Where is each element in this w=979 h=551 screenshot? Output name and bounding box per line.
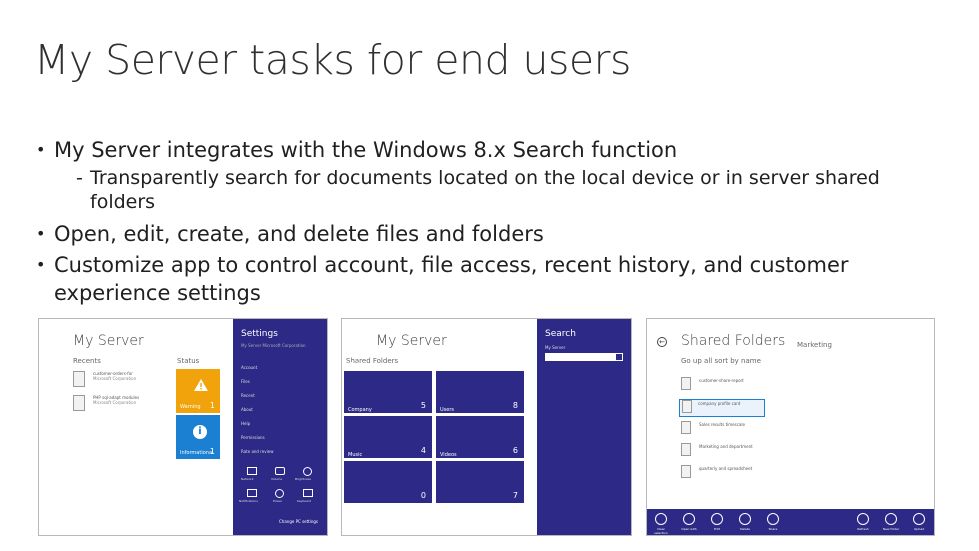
tile-label: Informational [180,450,214,456]
edit-button[interactable] [711,513,723,525]
change-pc-settings-link[interactable]: Change PC settings [279,519,318,524]
settings-item-help[interactable]: Help [241,421,250,426]
app-title: Shared Folders [681,333,786,349]
document-icon [681,443,691,456]
tray-label: Notifications [239,499,258,503]
file-name: Sales results timescale [699,422,745,427]
folder-tile[interactable]: Music 0 [344,452,432,503]
file-row[interactable]: quarterly and spreadsheet [681,465,771,483]
network-icon[interactable] [247,467,257,475]
breadcrumb: Marketing [797,341,832,349]
app-bar-label: Open with [681,527,697,531]
settings-item-rate[interactable]: Rate and review [241,449,273,454]
charm-header: Settings [241,329,278,339]
search-icon[interactable] [615,353,623,361]
document-icon [682,400,692,413]
document-icon [73,371,85,387]
tray-label: Keyboard [297,499,312,503]
app-bar-label: Refresh [857,527,869,531]
search-input[interactable] [545,353,623,361]
search-charm: Search My Server [537,319,631,535]
screenshot-settings: My Server Recents Status customer-orders… [38,318,328,536]
bullet-list: My Server integrates with the Windows 8.… [34,136,934,307]
sub-bullet-1: Transparently search for documents locat… [34,166,934,214]
tile-count: 1 [209,401,215,410]
search-scope: My Server [545,345,566,350]
clear-selection-button[interactable] [655,513,667,525]
delete-button[interactable] [739,513,751,525]
share-button[interactable] [767,513,779,525]
slide-title: My Server tasks for end users [34,36,631,84]
filter-bar[interactable]: Go up all sort by name [681,357,761,365]
status-label: Status [177,357,200,365]
brightness-icon[interactable] [303,467,312,476]
app-bar-label: Share [768,527,778,531]
back-arrow-icon[interactable]: ← [657,337,667,347]
tray-label: Brightness [295,477,311,481]
settings-item-recent[interactable]: Recent [241,393,255,398]
file-row[interactable]: Sales results timescale [681,421,771,439]
app-title: My Server [73,333,144,349]
screenshot-shared-folders: ← Shared Folders Marketing Go up all sor… [646,318,935,536]
file-name: quarterly and spreadsheet [699,466,753,471]
app-bar-label: Delete [740,527,750,531]
file-row-selected[interactable]: company profile card [679,399,765,417]
file-row[interactable]: Marketing and department [681,443,771,461]
screenshot-search: My Server Shared Folders Marketing 5 Rec… [341,318,632,536]
settings-item-permissions[interactable]: Permissions [241,435,265,440]
open-with-button[interactable] [683,513,695,525]
tile-count: 6 [512,446,518,455]
settings-item-account[interactable]: Account [241,365,257,370]
file-name: company profile card [698,401,741,406]
recents-label: Recents [73,357,101,365]
tray-label: Power [273,499,283,503]
tray-label: Volume [271,477,283,481]
app-title: My Server [376,333,447,349]
document-icon [681,377,691,390]
tray-label: Network [241,477,254,481]
warning-icon [194,379,208,391]
tile-label: Warning [180,404,201,410]
tile-count: 7 [512,491,518,500]
tile-count: 5 [420,401,426,410]
app-bar-label: Edit [714,527,720,531]
charm-subtitle: My Server Microsoft Corporation [241,343,306,348]
keyboard-icon[interactable] [303,489,313,497]
app-bar-label: Upload [913,527,925,531]
file-row[interactable]: customer-share-report [681,377,771,395]
new-folder-button[interactable] [885,513,897,525]
tile-count: 0 [420,491,426,500]
power-icon[interactable] [275,489,284,498]
upload-button[interactable] [913,513,925,525]
bullet-3: Customize app to control account, file a… [34,251,934,307]
recent-item-meta: Microsoft Corporation [93,400,137,405]
recent-item[interactable]: customer-orders-for Microsoft Corporatio… [73,371,173,393]
tile-count: 8 [512,401,518,410]
bullet-2: Open, edit, create, and delete files and… [34,220,934,248]
document-icon [73,395,85,411]
recent-item[interactable]: PHP sql-adapt modules Microsoft Corporat… [73,395,173,417]
notifications-icon[interactable] [247,489,257,497]
refresh-button[interactable] [857,513,869,525]
recent-item-meta: Microsoft Corporation [93,376,137,381]
info-icon: i [193,425,207,439]
app-bar-label: New folder [882,527,900,531]
folder-tile[interactable]: Videos 7 [436,452,524,503]
status-tile-info[interactable]: i Informational 1 [176,415,220,459]
file-name: Marketing and department [699,444,753,449]
settings-item-files[interactable]: Files [241,379,250,384]
file-name: customer-share-report [699,378,744,383]
app-bar-label: Clear selection [654,527,668,535]
settings-item-about[interactable]: About [241,407,253,412]
bullet-1: My Server integrates with the Windows 8.… [34,136,934,164]
document-icon [681,465,691,478]
status-tile-warning[interactable]: Warning 1 [176,369,220,413]
volume-icon[interactable] [275,467,285,475]
document-icon [681,421,691,434]
charm-header: Search [545,329,576,339]
tile-count: 4 [420,446,426,455]
app-bar: Clear selection Open with Edit Delete Sh… [647,509,934,535]
tile-count: 1 [209,447,215,456]
settings-charm: Settings My Server Microsoft Corporation… [233,319,327,535]
